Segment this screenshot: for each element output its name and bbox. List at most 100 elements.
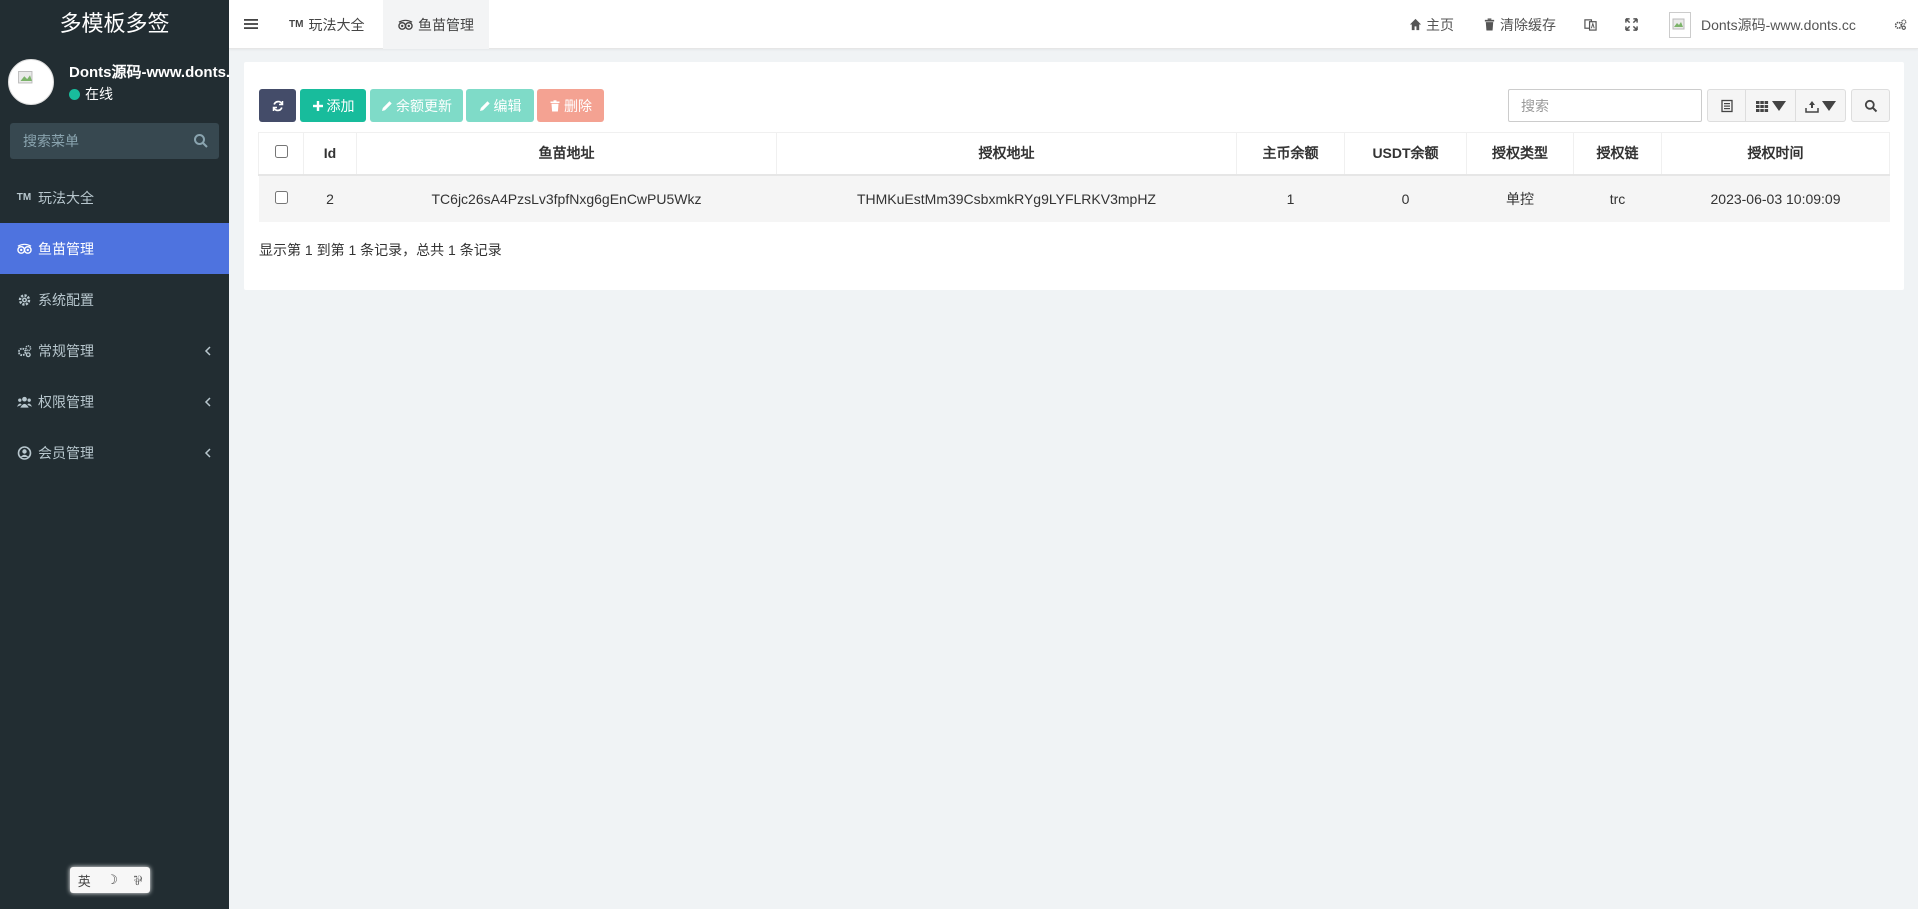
pagination-info: 显示第 1 到第 1 条记录，总共 1 条记录 xyxy=(259,242,502,258)
cell-main-balance: 1 xyxy=(1236,174,1345,222)
home-label: 主页 xyxy=(1426,16,1454,33)
select-all-checkbox[interactable] xyxy=(274,145,288,159)
row-select-cell xyxy=(258,174,304,222)
column-header[interactable]: 鱼苗地址 xyxy=(356,132,777,176)
cell-auth-chain: trc xyxy=(1573,174,1662,222)
avatar xyxy=(1669,11,1691,38)
column-header[interactable]: 主币余额 xyxy=(1236,132,1345,176)
balance-update-label: 余额更新 xyxy=(396,97,452,114)
refresh-button[interactable] xyxy=(259,89,296,122)
grid-columns-icon xyxy=(1756,100,1769,112)
cell-id: 2 xyxy=(303,174,357,222)
home-icon xyxy=(1409,18,1422,31)
export-icon xyxy=(1805,100,1819,113)
column-header[interactable]: 授权时间 xyxy=(1661,132,1890,176)
search-submit-group xyxy=(1851,89,1890,122)
cogs-icon xyxy=(15,344,33,358)
cell-auth-type: 单控 xyxy=(1466,174,1574,222)
moon-icon[interactable]: ☽ xyxy=(106,872,118,888)
chevron-left-icon xyxy=(204,448,211,458)
sidebar: 多模板多签 Donts源码-www.donts.cc 在线 TM 玩法大全 xyxy=(0,0,229,909)
tm-icon: TM xyxy=(16,192,32,203)
punctuation-icon[interactable]: ⅌ xyxy=(134,871,143,889)
fullscreen-button[interactable] xyxy=(1625,0,1642,49)
user-name: Donts源码-www.donts.cc xyxy=(69,64,229,81)
tab-fry-management[interactable]: 鱼苗管理 xyxy=(383,0,489,49)
cell-auth-time: 2023-06-03 10:09:09 xyxy=(1661,174,1890,222)
search-icon[interactable] xyxy=(193,133,209,149)
cell-fry-address: TC6jc26sA4PzsLv3fpfNxg6gEnCwPU5Wkz xyxy=(356,174,777,222)
avatar xyxy=(8,59,54,105)
add-button[interactable]: 添加 xyxy=(300,89,366,122)
sidebar-item-label: 会员管理 xyxy=(38,444,94,461)
online-dot-icon xyxy=(69,88,80,100)
cogs-icon xyxy=(1894,19,1907,30)
search-icon xyxy=(1864,99,1877,112)
translate-icon xyxy=(1584,19,1597,31)
table-search-input[interactable] xyxy=(1508,89,1702,122)
columns-dropdown[interactable] xyxy=(1746,89,1796,122)
cell-usdt-balance: 0 xyxy=(1344,174,1467,222)
lang-english-toggle[interactable]: 英 xyxy=(78,871,91,890)
add-button-label: 添加 xyxy=(326,97,355,114)
toggle-view-button[interactable] xyxy=(1707,89,1746,122)
export-dropdown[interactable] xyxy=(1796,89,1846,122)
column-header[interactable]: Id xyxy=(303,132,357,176)
sidebar-item-member-management[interactable]: 会员管理 xyxy=(0,427,229,478)
column-header[interactable]: 授权地址 xyxy=(776,132,1237,176)
plus-icon xyxy=(312,100,323,111)
tab-label: 鱼苗管理 xyxy=(418,16,474,33)
table-tools xyxy=(1707,89,1846,122)
pencil-icon xyxy=(382,100,392,111)
hamburger-menu-icon[interactable] xyxy=(244,17,258,31)
trash-icon xyxy=(550,99,560,111)
select-all-cell xyxy=(258,132,304,176)
gear-icon xyxy=(15,293,33,307)
user-menu[interactable]: Donts源码-www.donts.cc xyxy=(1669,0,1856,49)
caret-down-icon xyxy=(1822,100,1836,111)
sidebar-item-permission-management[interactable]: 权限管理 xyxy=(0,376,229,427)
user-circle-icon xyxy=(15,445,33,460)
menu-search-input[interactable] xyxy=(10,123,219,159)
edit-button[interactable]: 编辑 xyxy=(466,89,534,122)
chevron-left-icon xyxy=(204,397,211,407)
table-row[interactable]: 2 TC6jc26sA4PzsLv3fpfNxg6gEnCwPU5Wkz THM… xyxy=(258,174,1890,222)
sidebar-item-label: 鱼苗管理 xyxy=(38,240,94,257)
delete-button[interactable]: 删除 xyxy=(537,89,604,122)
settings-button[interactable] xyxy=(1894,0,1911,49)
column-header[interactable]: USDT余额 xyxy=(1344,132,1467,176)
sidebar-item-general-management[interactable]: 常规管理 xyxy=(0,325,229,376)
tm-icon: TM xyxy=(289,19,304,30)
trash-icon xyxy=(1484,18,1495,31)
search-submit-button[interactable] xyxy=(1851,89,1890,122)
sidebar-item-system-config[interactable]: 系统配置 xyxy=(0,274,229,325)
clear-cache-button[interactable]: 清除缓存 xyxy=(1483,0,1556,49)
sidebar-search xyxy=(10,123,219,159)
user-status: 在线 xyxy=(69,84,113,104)
content-panel: 添加 余额更新 编辑 删除 搜索 Id 鱼苗地址 授权地址 主币余额 USDT余… xyxy=(244,62,1904,290)
eye-icon xyxy=(15,242,33,256)
sidebar-item-gameplay[interactable]: TM 玩法大全 xyxy=(0,172,229,223)
clear-cache-label: 清除缓存 xyxy=(1500,16,1556,33)
data-table: Id 鱼苗地址 授权地址 主币余额 USDT余额 授权类型 授权链 授权时间 2… xyxy=(258,132,1890,222)
user-menu-name: Donts源码-www.donts.cc xyxy=(1701,16,1856,33)
balance-update-button[interactable]: 余额更新 xyxy=(370,89,463,122)
sidebar-item-label: 玩法大全 xyxy=(38,189,94,206)
sidebar-item-label: 权限管理 xyxy=(38,393,94,410)
row-checkbox[interactable] xyxy=(274,190,288,204)
pencil-icon xyxy=(479,100,490,111)
sidebar-item-label: 系统配置 xyxy=(38,291,94,308)
input-method-widget[interactable]: 英 ☽ ⅌ xyxy=(70,867,150,893)
edit-button-label: 编辑 xyxy=(493,97,522,114)
tab-label: 玩法大全 xyxy=(308,16,365,33)
tab-gameplay[interactable]: TM 玩法大全 xyxy=(274,0,379,49)
home-link[interactable]: 主页 xyxy=(1409,0,1454,49)
admin-app: 多模板多签 Donts源码-www.donts.cc 在线 TM 玩法大全 xyxy=(0,0,1918,909)
translate-button[interactable] xyxy=(1584,0,1601,49)
column-header[interactable]: 授权类型 xyxy=(1466,132,1574,176)
sidebar-item-fry-management[interactable]: 鱼苗管理 xyxy=(0,223,229,274)
table-header-row: Id 鱼苗地址 授权地址 主币余额 USDT余额 授权类型 授权链 授权时间 xyxy=(258,132,1890,176)
app-logo[interactable]: 多模板多签 xyxy=(0,0,229,49)
column-header[interactable]: 授权链 xyxy=(1573,132,1662,176)
cell-auth-address: THMKuEstMm39CsbxmkRYg9LYFLRKV3mpHZ xyxy=(776,174,1237,222)
